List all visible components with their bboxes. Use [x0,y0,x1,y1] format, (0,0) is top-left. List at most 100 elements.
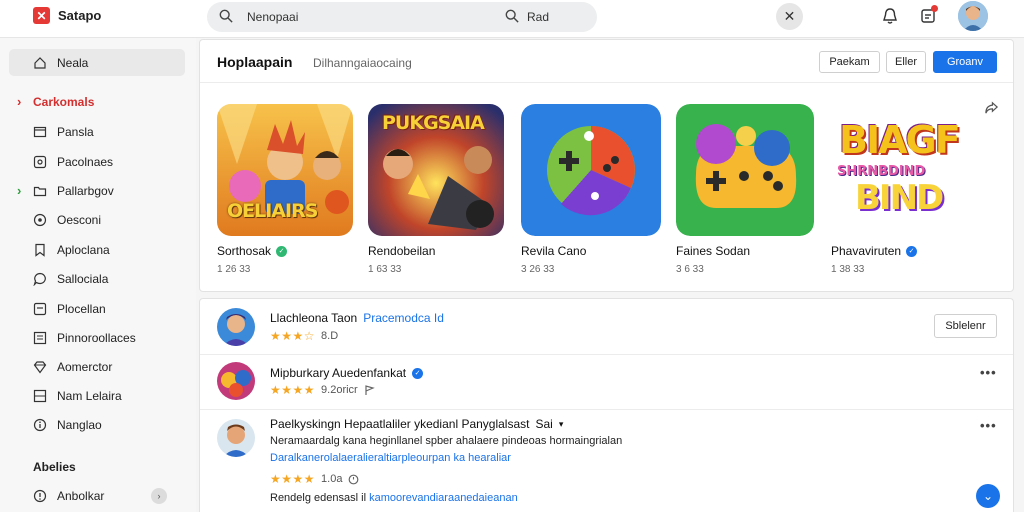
sidebar-item-pacolnaes[interactable]: Pacolnaes [9,148,185,175]
row-meta: ★★★★ 9.2oricr [270,383,375,397]
search-icon [219,9,233,23]
divider [200,354,1013,355]
bell-icon[interactable] [881,7,899,25]
app-name-row: Phavaviruten ✓ [831,244,971,258]
sidebar-item-nam-lelaira[interactable]: Nam Lelaira [9,382,185,409]
flag-icon[interactable] [364,384,375,396]
sidebar-item-label: Anbolkar [57,488,105,503]
sidebar-item-categories[interactable]: › Carkomals [9,88,185,115]
expand-button[interactable]: ⌄ [976,484,1000,508]
app-thumbnail[interactable]: PUKGSAIA [368,104,504,236]
chat-icon [33,272,46,286]
row-meta: ★★★☆ 8.D [270,329,338,343]
app-art-title: PUKGSAIA [382,112,485,134]
app-card[interactable]: Revila Cano 3 26 33 [521,104,661,275]
star-rating: ★★★★ [270,472,316,486]
review-line: Neramaardalg kana heginllanel spber ahal… [270,435,623,447]
chevron-right-icon: › [17,183,22,198]
rating-value: 1.0a [321,473,343,485]
review-line[interactable]: Daralkanerolalaeralieraltiarpleourpan ka… [270,452,511,464]
sidebar-item-aploclana[interactable]: Aploclana [9,236,185,263]
app-name-row: Sorthosak ✓ [217,244,357,258]
bookmark-icon [35,243,45,257]
review-text: Neramaardalg kana heginllanel spber ahal… [270,435,622,447]
sidebar-badge: › [151,487,167,504]
star-rating: ★★★☆ [270,329,316,343]
reply-link[interactable]: kamoorevandiaraanedaieanan [369,492,518,504]
clock-icon [349,474,359,484]
app-thumbnail[interactable] [521,104,661,236]
sidebar-item-label: Pacolnaes [57,154,114,169]
sidebar-section-title: Abelies [33,460,76,474]
app-card[interactable]: Faines Sodan 3 6 33 [676,104,816,275]
brand[interactable]: ✕ Satapo [33,7,101,24]
sidebar-item-nanglao[interactable]: Nanglao [9,411,185,438]
search-input[interactable]: Nenopaai [247,10,298,24]
info-icon [33,418,47,431]
row-title: Llachleona Taon Pracemodca Id [270,311,444,325]
help-icon [33,489,47,502]
app-thumbnail[interactable]: OELIAIRS [217,104,353,236]
grid-icon [33,389,47,402]
search-filter-icon[interactable] [505,9,519,23]
avatar[interactable] [217,419,255,457]
sidebar-item-plocellan[interactable]: Plocellan [9,295,185,322]
sidebar-item-label: Pansla [57,124,94,139]
brand-name: Satapo [58,8,102,23]
create-button[interactable]: Groanv [933,51,997,73]
app-thumbnail[interactable]: BIAGF SHRNBDIND BIND [831,104,976,236]
reply-text: Rendelg edensasl il kamoorevandiaraaneda… [270,492,518,504]
app-card[interactable]: OELIAIRS Sorthosak ✓ 1 26 33 [217,104,357,275]
search-bar[interactable]: Nenopaai Rad [207,2,597,32]
app-art-word: BIND [855,178,944,218]
sidebar-item-home[interactable]: Neala [9,49,185,76]
sidebar-item-pansla[interactable]: Pansla [9,118,185,145]
app-name: Phavaviruten [831,244,902,258]
sidebar-item-pinnoroollaces[interactable]: Pinnoroollaces [9,324,185,351]
app-name-row: Rendobeilan [368,244,508,258]
subscribe-button[interactable]: Sblelenr [934,314,997,338]
rating-value: 9.2oricr [321,384,358,396]
app-thumbnail[interactable] [676,104,814,236]
app-card[interactable]: BIAGF SHRNBDIND BIND Phavaviruten ✓ 1 38… [831,104,976,275]
featured-card: Hoplaapain Dilhanngaiaocaing Paekam Elle… [199,39,1014,292]
app-meta: 1 26 33 [217,264,251,275]
app-card[interactable]: PUKGSAIA Rendobeilan 1 63 33 [368,104,508,275]
image-icon [33,155,47,168]
app-name-row: Revila Cano [521,244,661,258]
app-meta: 3 26 33 [521,264,555,275]
compass-icon [33,213,47,226]
sidebar-item-sallociala[interactable]: Sallociala [9,265,185,292]
app-name: Faines Sodan [676,244,751,258]
sidebar-item-anbolkar[interactable]: Anbolkar › [9,482,185,509]
close-button[interactable]: ✕ [776,3,803,30]
more-options-button[interactable]: ••• [980,418,997,433]
sidebar-item-label: Carkomals [33,94,95,109]
row-title-link[interactable]: Pracemodca Id [363,311,444,325]
avatar[interactable] [217,362,255,400]
brand-logo-icon: ✕ [33,7,50,24]
sidebar-item-label: Oesconi [57,212,102,227]
filter-button[interactable]: Paekam [819,51,880,73]
app-art-title: BIAGF [839,118,961,162]
search-secondary-text[interactable]: Rad [527,10,549,24]
row-title: Mipburkary Auedenfankat ✓ [270,366,424,380]
avatar[interactable] [958,1,988,31]
row-title-extra: Sai [535,417,553,431]
rating-value: 8.D [321,330,339,342]
sidebar-item-aomerctor[interactable]: Aomerctor [9,353,185,380]
more-options-button[interactable]: ••• [980,365,997,380]
divider [200,409,1013,410]
sidebar-item-label: Neala [57,55,89,70]
sort-button[interactable]: Eller [886,51,926,73]
share-icon[interactable] [984,100,999,115]
sidebar-item-oesconi[interactable]: Oesconi [9,206,185,233]
app-art-title: OELIAIRS [227,200,318,222]
chevron-down-icon[interactable]: ▾ [559,419,564,430]
sidebar: Neala › Carkomals Pansla Pacolnaes › Pal… [0,38,196,512]
avatar[interactable] [217,308,255,346]
sidebar-item-pallarbgov[interactable]: › Pallarbgov [9,177,185,204]
star-rating: ★★★★ [270,383,316,397]
app-meta: 1 38 33 [831,264,865,275]
section-title: Hoplaapain [217,54,293,70]
